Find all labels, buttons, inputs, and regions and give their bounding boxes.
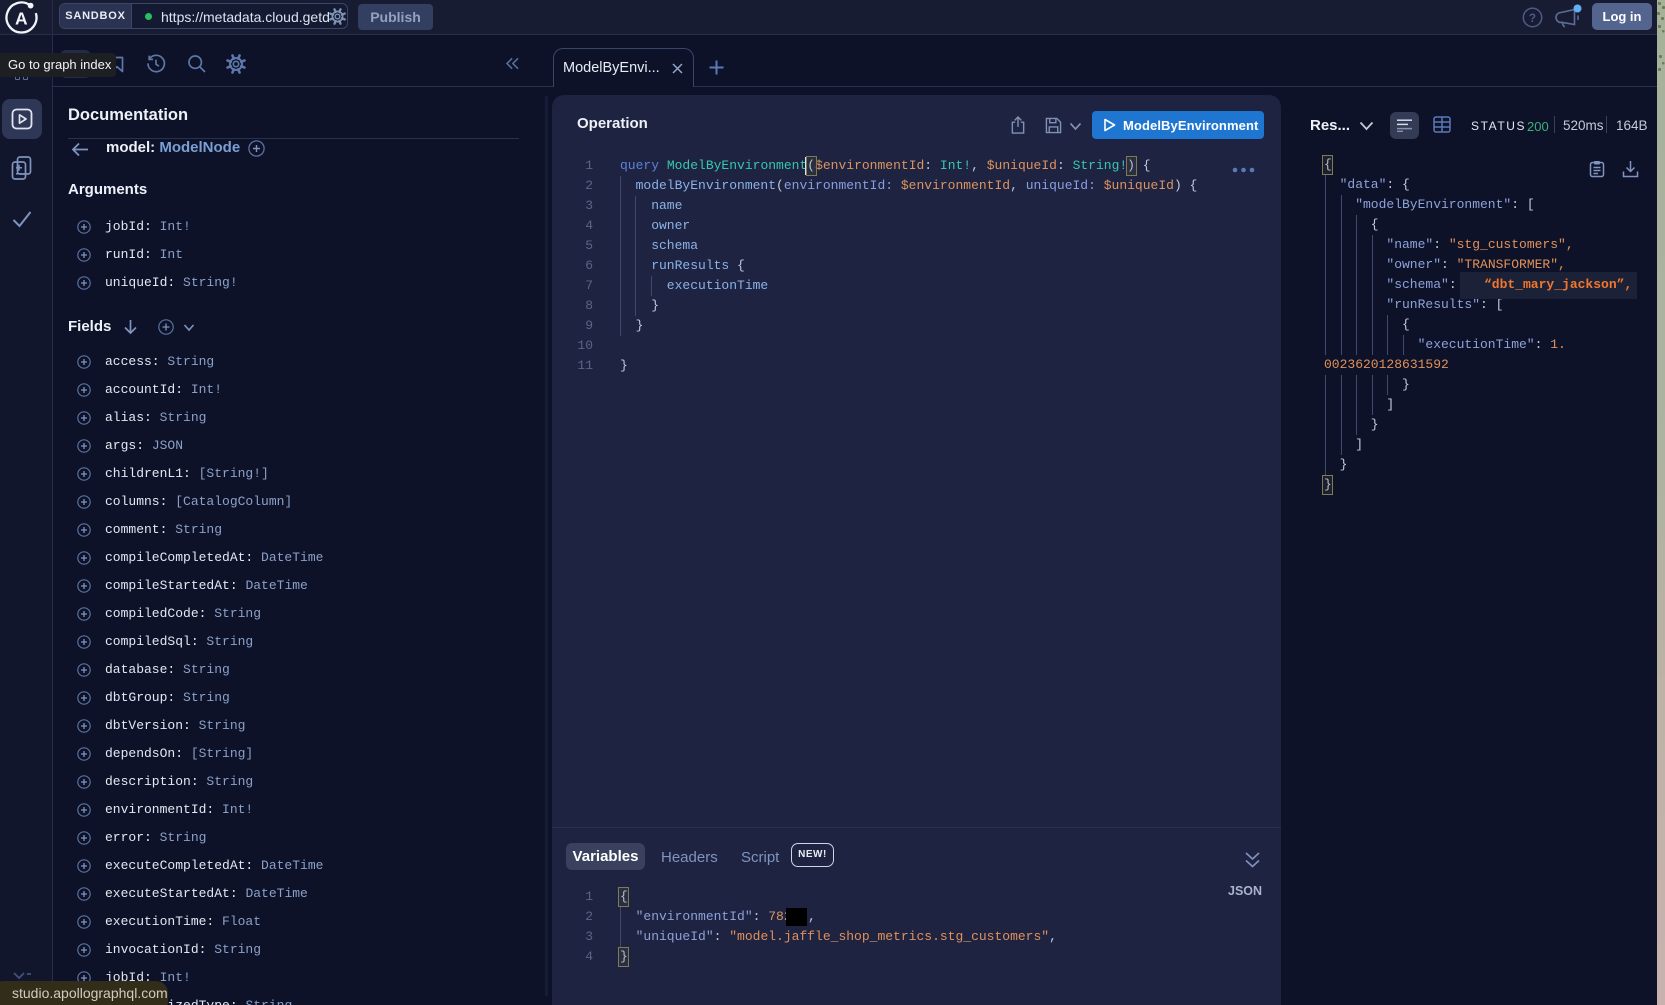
- svg-text:?: ?: [1529, 13, 1536, 25]
- svg-text:A: A: [15, 9, 28, 29]
